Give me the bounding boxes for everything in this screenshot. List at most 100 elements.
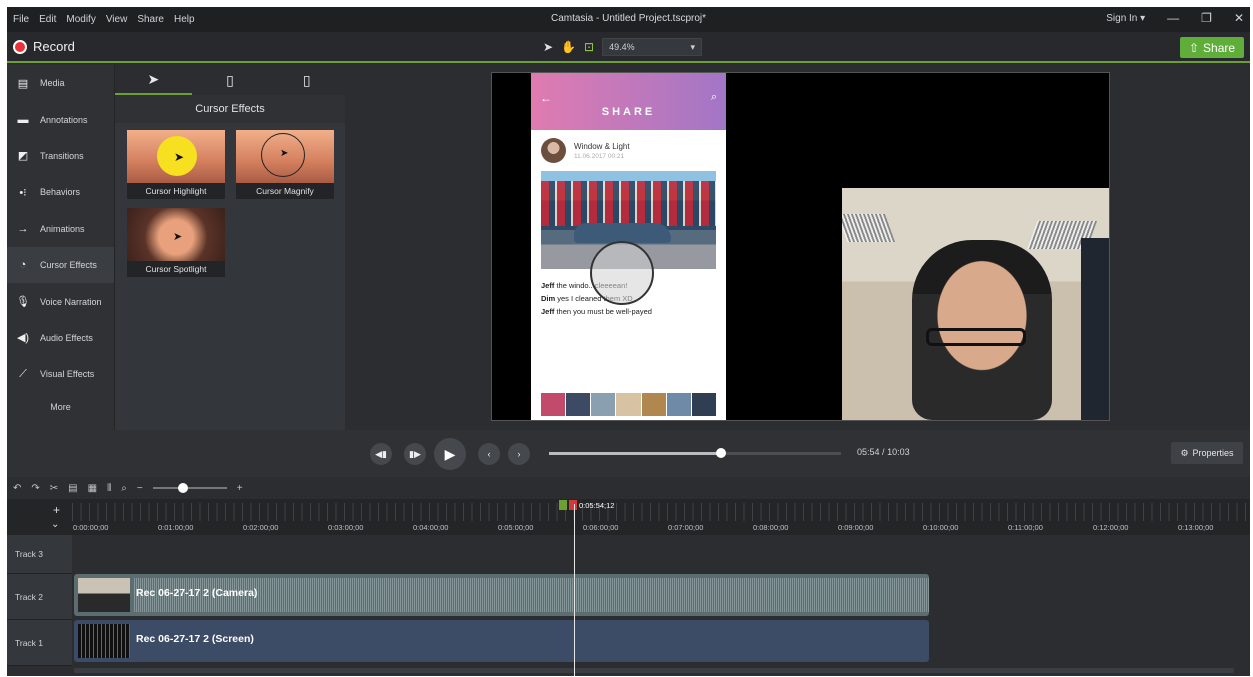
redo-icon[interactable]: ↷ [31, 483, 39, 494]
behavior-icon: •⁝ [19, 186, 27, 199]
paste-icon[interactable]: ▦ [88, 483, 97, 494]
camera-clip[interactable]: Rec 06-27-17 2 (Camera) [74, 574, 929, 616]
crop-tool-icon[interactable]: ⊡ [584, 40, 594, 54]
comment: Jeff then you must be well-payed [541, 305, 716, 318]
tab-cursor-icon[interactable]: ➤ [115, 65, 192, 95]
menu-help[interactable]: Help [174, 14, 195, 25]
pan-tool-icon[interactable]: ✋ [561, 40, 576, 54]
split-icon[interactable]: ⫴ [107, 483, 111, 494]
playhead-marker[interactable]: 0:05:54;12 [559, 500, 614, 510]
undo-icon[interactable]: ↶ [13, 483, 21, 494]
effect-cursor-spotlight[interactable]: ➤ Cursor Spotlight [127, 208, 225, 277]
playhead-line[interactable] [574, 504, 575, 676]
menu-file[interactable]: File [13, 14, 29, 25]
sidebar-item-voice-narration[interactable]: 🎙︎ Voice Narration [7, 283, 114, 319]
cut-icon[interactable]: ✂ [50, 483, 58, 494]
properties-button[interactable]: ⚙ Properties [1171, 442, 1243, 464]
step-back-button[interactable]: ◀▮ [370, 443, 392, 465]
webcam-recording[interactable] [842, 188, 1109, 420]
playhead-out-handle[interactable] [569, 500, 577, 510]
seek-bar[interactable] [549, 448, 841, 458]
menu-edit[interactable]: Edit [39, 14, 56, 25]
camtasia-window: File Edit Modify View Share Help Camtasi… [7, 7, 1250, 676]
copy-icon[interactable]: ▤ [68, 483, 77, 494]
play-button[interactable]: ▶ [434, 438, 466, 470]
post-author: Window & Light [574, 141, 630, 151]
glasses-shape [926, 328, 1026, 346]
track-header-1[interactable]: Track 1 [7, 620, 72, 666]
tab-left-click-icon[interactable]: ▯ [192, 65, 269, 95]
microphone-icon: 🎙︎ [16, 296, 30, 309]
share-button[interactable]: ⇧ Share [1180, 37, 1244, 58]
car-shape [574, 223, 671, 243]
sidebar-item-audio-effects[interactable]: ◀) Audio Effects [7, 320, 114, 356]
strip-thumb [566, 393, 591, 416]
add-track-icon[interactable]: + [53, 503, 60, 517]
pointer-tool-icon[interactable]: ➤ [543, 40, 553, 54]
sidebar-item-cursor-effects[interactable]: ◔ Cursor Effects [7, 246, 114, 284]
post-date: 11.06.2017 00:21 [574, 152, 625, 160]
ruler-label: 0:01:00;00 [158, 523, 194, 532]
sidebar-item-visual-effects[interactable]: ⟋ Visual Effects [7, 356, 114, 392]
sign-in-button[interactable]: Sign In ▾ [1106, 13, 1145, 24]
clip-label: Rec 06-27-17 2 (Camera) [136, 587, 258, 599]
sidebar-item-label: Transitions [40, 150, 84, 161]
zoom-handle[interactable] [177, 483, 188, 493]
sidebar-item-media[interactable]: ▤ Media [7, 65, 114, 101]
step-forward-button[interactable]: ▮▶ [404, 443, 426, 465]
ruler-label: 0:11:00;00 [1008, 523, 1043, 532]
zoom-out-icon[interactable]: − [137, 483, 143, 494]
more-button[interactable]: More [7, 393, 114, 421]
cursor-icon: ➤ [174, 150, 185, 164]
strip-thumb [691, 393, 716, 416]
record-button[interactable]: Record [7, 39, 75, 54]
sidebar-item-label: Voice Narration [40, 296, 102, 307]
maximize-button[interactable]: ❐ [1201, 11, 1212, 25]
seek-handle[interactable] [715, 448, 726, 458]
main-toolbar: Record ➤ ✋ ⊡ 49.4% ▾ ⇧ Share [7, 32, 1250, 63]
chevron-down-icon[interactable]: ⌄ [51, 519, 59, 530]
screen-clip[interactable]: Rec 06-27-17 2 (Screen) [74, 620, 929, 662]
sidebar-item-animations[interactable]: → Animations [7, 211, 114, 247]
cursor-effects-panel: ➤ ▯ ▯ Cursor Effects ➤ Cursor Highlight … [114, 65, 345, 430]
timeline-scrollbar[interactable] [74, 668, 1234, 673]
timeline-ruler[interactable]: + ⌄ 0:00:00;00 0:01:00;00 0:02:00;00 0:03:0… [7, 499, 1250, 535]
track-name: Track 3 [15, 549, 44, 559]
zoom-select[interactable]: 49.4% ▾ [602, 38, 703, 56]
zoom-icon: ⌕ [121, 482, 127, 494]
speaker-icon: ◀) [16, 332, 30, 345]
sidebar-item-behaviors[interactable]: •⁝ Behaviors [7, 174, 114, 210]
menu-bar: File Edit Modify View Share Help [7, 14, 195, 25]
record-icon [13, 39, 27, 54]
tools-sidebar: ▤ Media ▬ Annotations ◩ Transitions •⁝ Behav… [7, 65, 114, 430]
effect-label: Cursor Highlight [127, 183, 225, 199]
sidebar-item-annotations[interactable]: ▬ Annotations [7, 101, 114, 137]
film-icon: ▤ [17, 77, 29, 90]
ceiling-light [842, 214, 896, 242]
thumbnail-strip [541, 393, 716, 416]
playhead-in-handle[interactable] [559, 500, 567, 510]
minimize-button[interactable]: — [1167, 11, 1179, 25]
close-button[interactable]: ✕ [1234, 11, 1244, 25]
menu-modify[interactable]: Modify [66, 14, 95, 25]
ruler-label: 0:09:00;00 [838, 523, 874, 532]
menu-share[interactable]: Share [137, 14, 164, 25]
strip-thumb [541, 393, 566, 416]
phone-screen-recording[interactable]: ← ⌕ SHARE Window & Light 11.06.2017 00:2… [531, 73, 726, 420]
effect-thumbnail: ➤ [127, 130, 225, 183]
track-header-3[interactable]: Track 3 [7, 535, 72, 574]
next-marker-button[interactable]: › [508, 443, 530, 465]
video-canvas[interactable]: ← ⌕ SHARE Window & Light 11.06.2017 00:2… [491, 72, 1110, 421]
previous-marker-button[interactable]: ‹ [478, 443, 500, 465]
effect-cursor-highlight[interactable]: ➤ Cursor Highlight [127, 130, 225, 199]
playhead-time: 0:05:54;12 [579, 500, 615, 510]
zoom-in-icon[interactable]: + [237, 483, 243, 494]
effect-cursor-magnify[interactable]: ➤ Cursor Magnify [236, 130, 334, 199]
menu-view[interactable]: View [106, 14, 128, 25]
ruler-label: 0:13:00;00 [1178, 523, 1214, 532]
track-header-2[interactable]: Track 2 [7, 574, 72, 620]
ruler-label: 0:04:00;00 [413, 523, 449, 532]
timeline-zoom-slider[interactable] [152, 483, 227, 493]
sidebar-item-transitions[interactable]: ◩ Transitions [7, 138, 114, 174]
tab-right-click-icon[interactable]: ▯ [268, 65, 345, 95]
